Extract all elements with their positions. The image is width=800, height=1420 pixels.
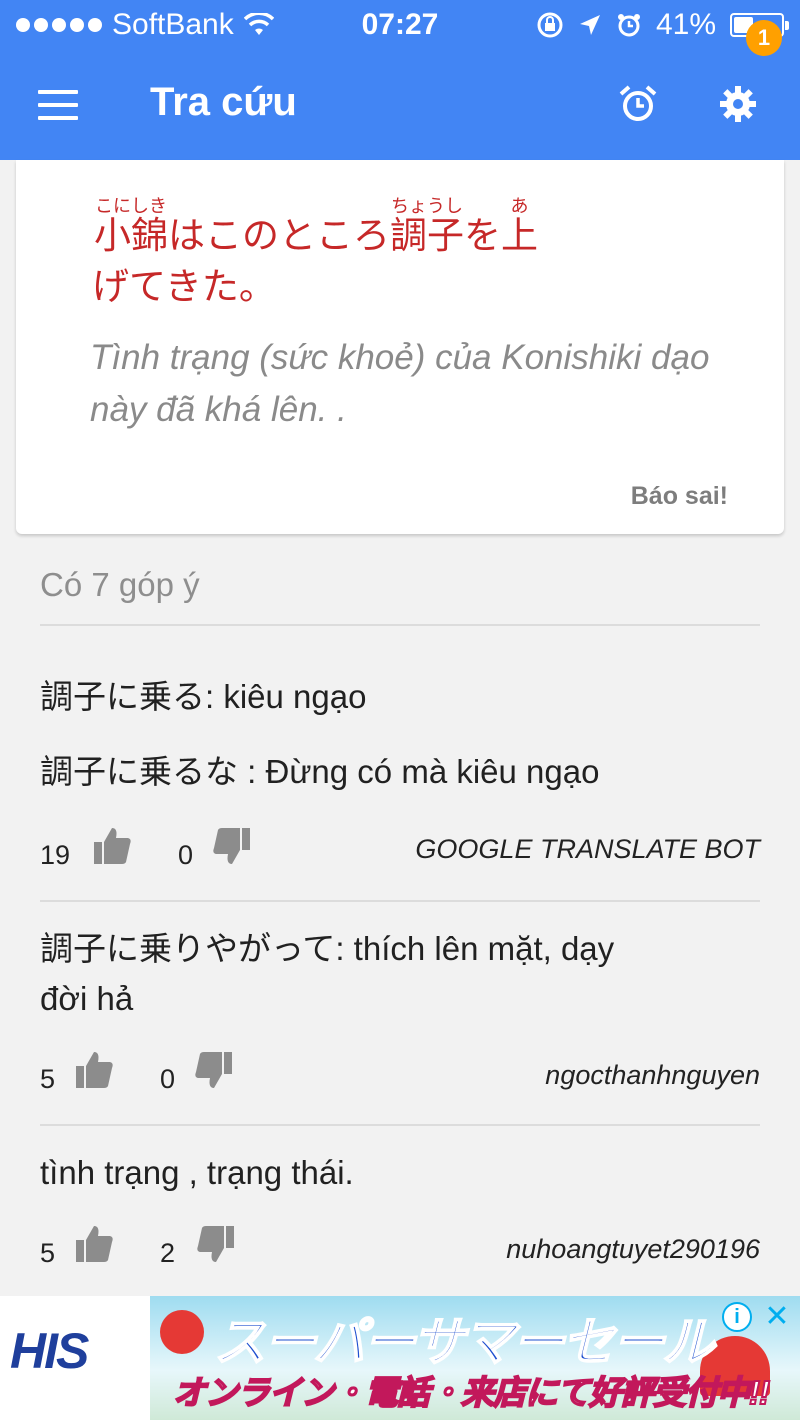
alarm-clock-icon: [619, 85, 657, 121]
ad-info-button[interactable]: i: [722, 1302, 752, 1332]
notification-badge: 1: [746, 20, 782, 56]
furigana-reading: こにしき: [94, 196, 168, 216]
thumbs-down-button[interactable]: [194, 1050, 234, 1090]
dislike-count: 0: [160, 1064, 176, 1094]
his-logo: HIS: [10, 1323, 89, 1379]
furigana-reading: ちょうし: [390, 196, 464, 216]
comment-author[interactable]: ngocthanhnguyen: [545, 1060, 760, 1091]
ad-banner[interactable]: HIS スーパーサマーセール オンライン・電話・来店にて好評受付中!! i ✕: [0, 1296, 800, 1420]
status-bar: SoftBank 07:27 41%: [0, 0, 800, 52]
thumbs-down-button[interactable]: [212, 826, 252, 866]
ad-close-button[interactable]: ✕: [760, 1300, 794, 1334]
thumbs-up-button[interactable]: [92, 826, 132, 866]
kanji-with-reading: 小錦こにしき: [94, 196, 168, 256]
menu-button[interactable]: [38, 90, 78, 120]
thumbs-up-button[interactable]: [74, 1050, 114, 1090]
thumbs-up-icon: [76, 1052, 113, 1088]
comment-author[interactable]: GOOGLE TRANSLATE BOT: [415, 834, 760, 865]
dislike-count: 2: [160, 1238, 176, 1268]
alarm-status-icon: [617, 14, 640, 37]
ad-logo-box: HIS: [0, 1296, 150, 1420]
comments-count: Có 7 góp ý: [40, 566, 200, 603]
like-count: 5: [40, 1064, 56, 1094]
kana-text: はこのところ: [168, 215, 390, 256]
thumbs-up-button[interactable]: [74, 1224, 114, 1264]
kana-text: を: [464, 215, 501, 256]
sun-icon: [160, 1310, 204, 1354]
dislike-count: 0: [178, 840, 194, 870]
example-sentence-line-2: げてきた。: [92, 266, 276, 307]
rotation-lock-icon: [537, 12, 563, 38]
like-count: 5: [40, 1238, 56, 1268]
thumbs-down-icon: [195, 1052, 232, 1088]
comment-text: 調子に乗るな : Đừng có mà kiêu ngạo: [40, 753, 600, 790]
like-count: 19: [40, 840, 71, 870]
thumbs-up-icon: [94, 828, 131, 864]
comment-text: 調子に乗りやがって: thích lên mặt, dạy: [40, 930, 615, 967]
report-error-button[interactable]: Báo sai!: [631, 482, 728, 511]
furigana-reading: あ: [501, 196, 538, 216]
gear-icon: [720, 86, 756, 122]
kanji-with-reading: 調子ちょうし: [390, 196, 464, 256]
comment-text: đời hả: [40, 980, 134, 1017]
divider: [40, 900, 760, 902]
thumbs-down-button[interactable]: [196, 1224, 236, 1264]
location-arrow-icon: [579, 15, 600, 35]
page-title: Tra cứu: [150, 80, 297, 124]
thumbs-down-icon: [197, 1226, 234, 1262]
thumbs-up-icon: [76, 1226, 113, 1262]
thumbs-down-icon: [213, 828, 250, 864]
example-card: 小錦こにしきはこのところ調子ちょうしを上あ げてきた。 Tình trạng (…: [16, 160, 784, 534]
comment-text: tình trạng , trạng thái.: [40, 1154, 354, 1191]
alarm-button[interactable]: [618, 84, 658, 124]
divider: [40, 1124, 760, 1126]
kanji-with-reading: 上あ: [501, 196, 538, 256]
comment-author[interactable]: nuhoangtuyet290196: [506, 1234, 760, 1265]
example-sentence-line-1: 小錦こにしきはこのところ調子ちょうしを上あ: [94, 196, 538, 259]
comment-text: 調子に乗る: kiêu ngạo: [40, 678, 367, 715]
ad-subline: オンライン・電話・来店にて好評受付中!!: [172, 1373, 771, 1412]
settings-button[interactable]: [718, 84, 758, 124]
top-bar: SoftBank 07:27 41% Tra cứu 1: [0, 0, 800, 160]
app-bar: Tra cứu: [0, 52, 800, 160]
battery-percent: 41%: [655, 8, 716, 41]
ad-headline: スーパーサマーセール: [213, 1313, 715, 1373]
divider: [40, 624, 760, 626]
example-translation: Tình trạng (sức khoẻ) của Konishiki dạo …: [90, 338, 710, 429]
